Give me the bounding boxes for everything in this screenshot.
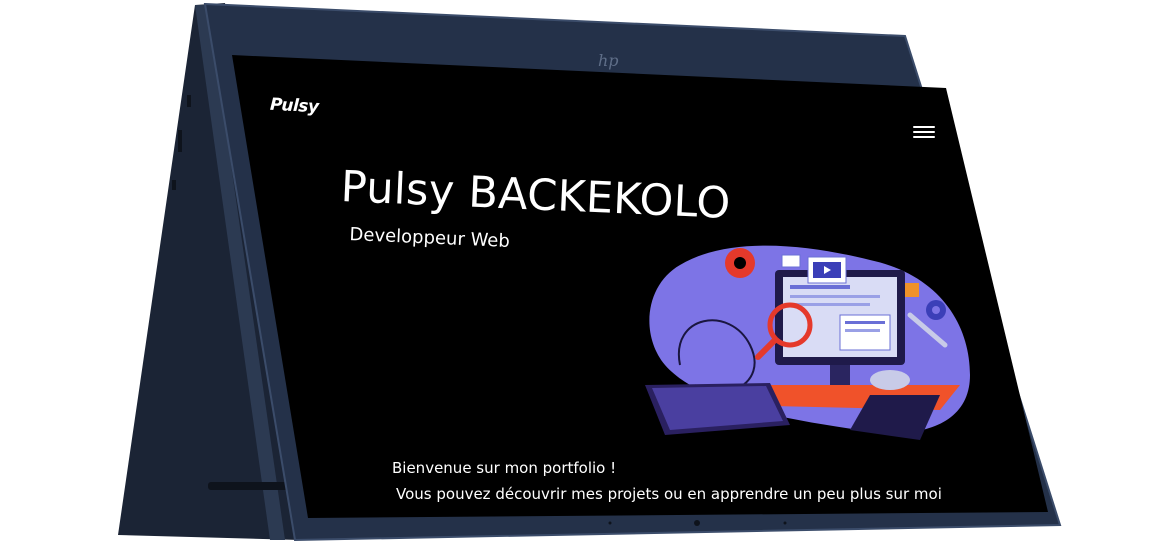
hamburger-menu-icon[interactable] [913, 124, 937, 140]
speaker-grille [208, 482, 288, 490]
laptop-frame: hp [118, 2, 1062, 542]
laptop-device: hp [0, 0, 1149, 550]
brand-logo-icon: hp [598, 51, 619, 70]
